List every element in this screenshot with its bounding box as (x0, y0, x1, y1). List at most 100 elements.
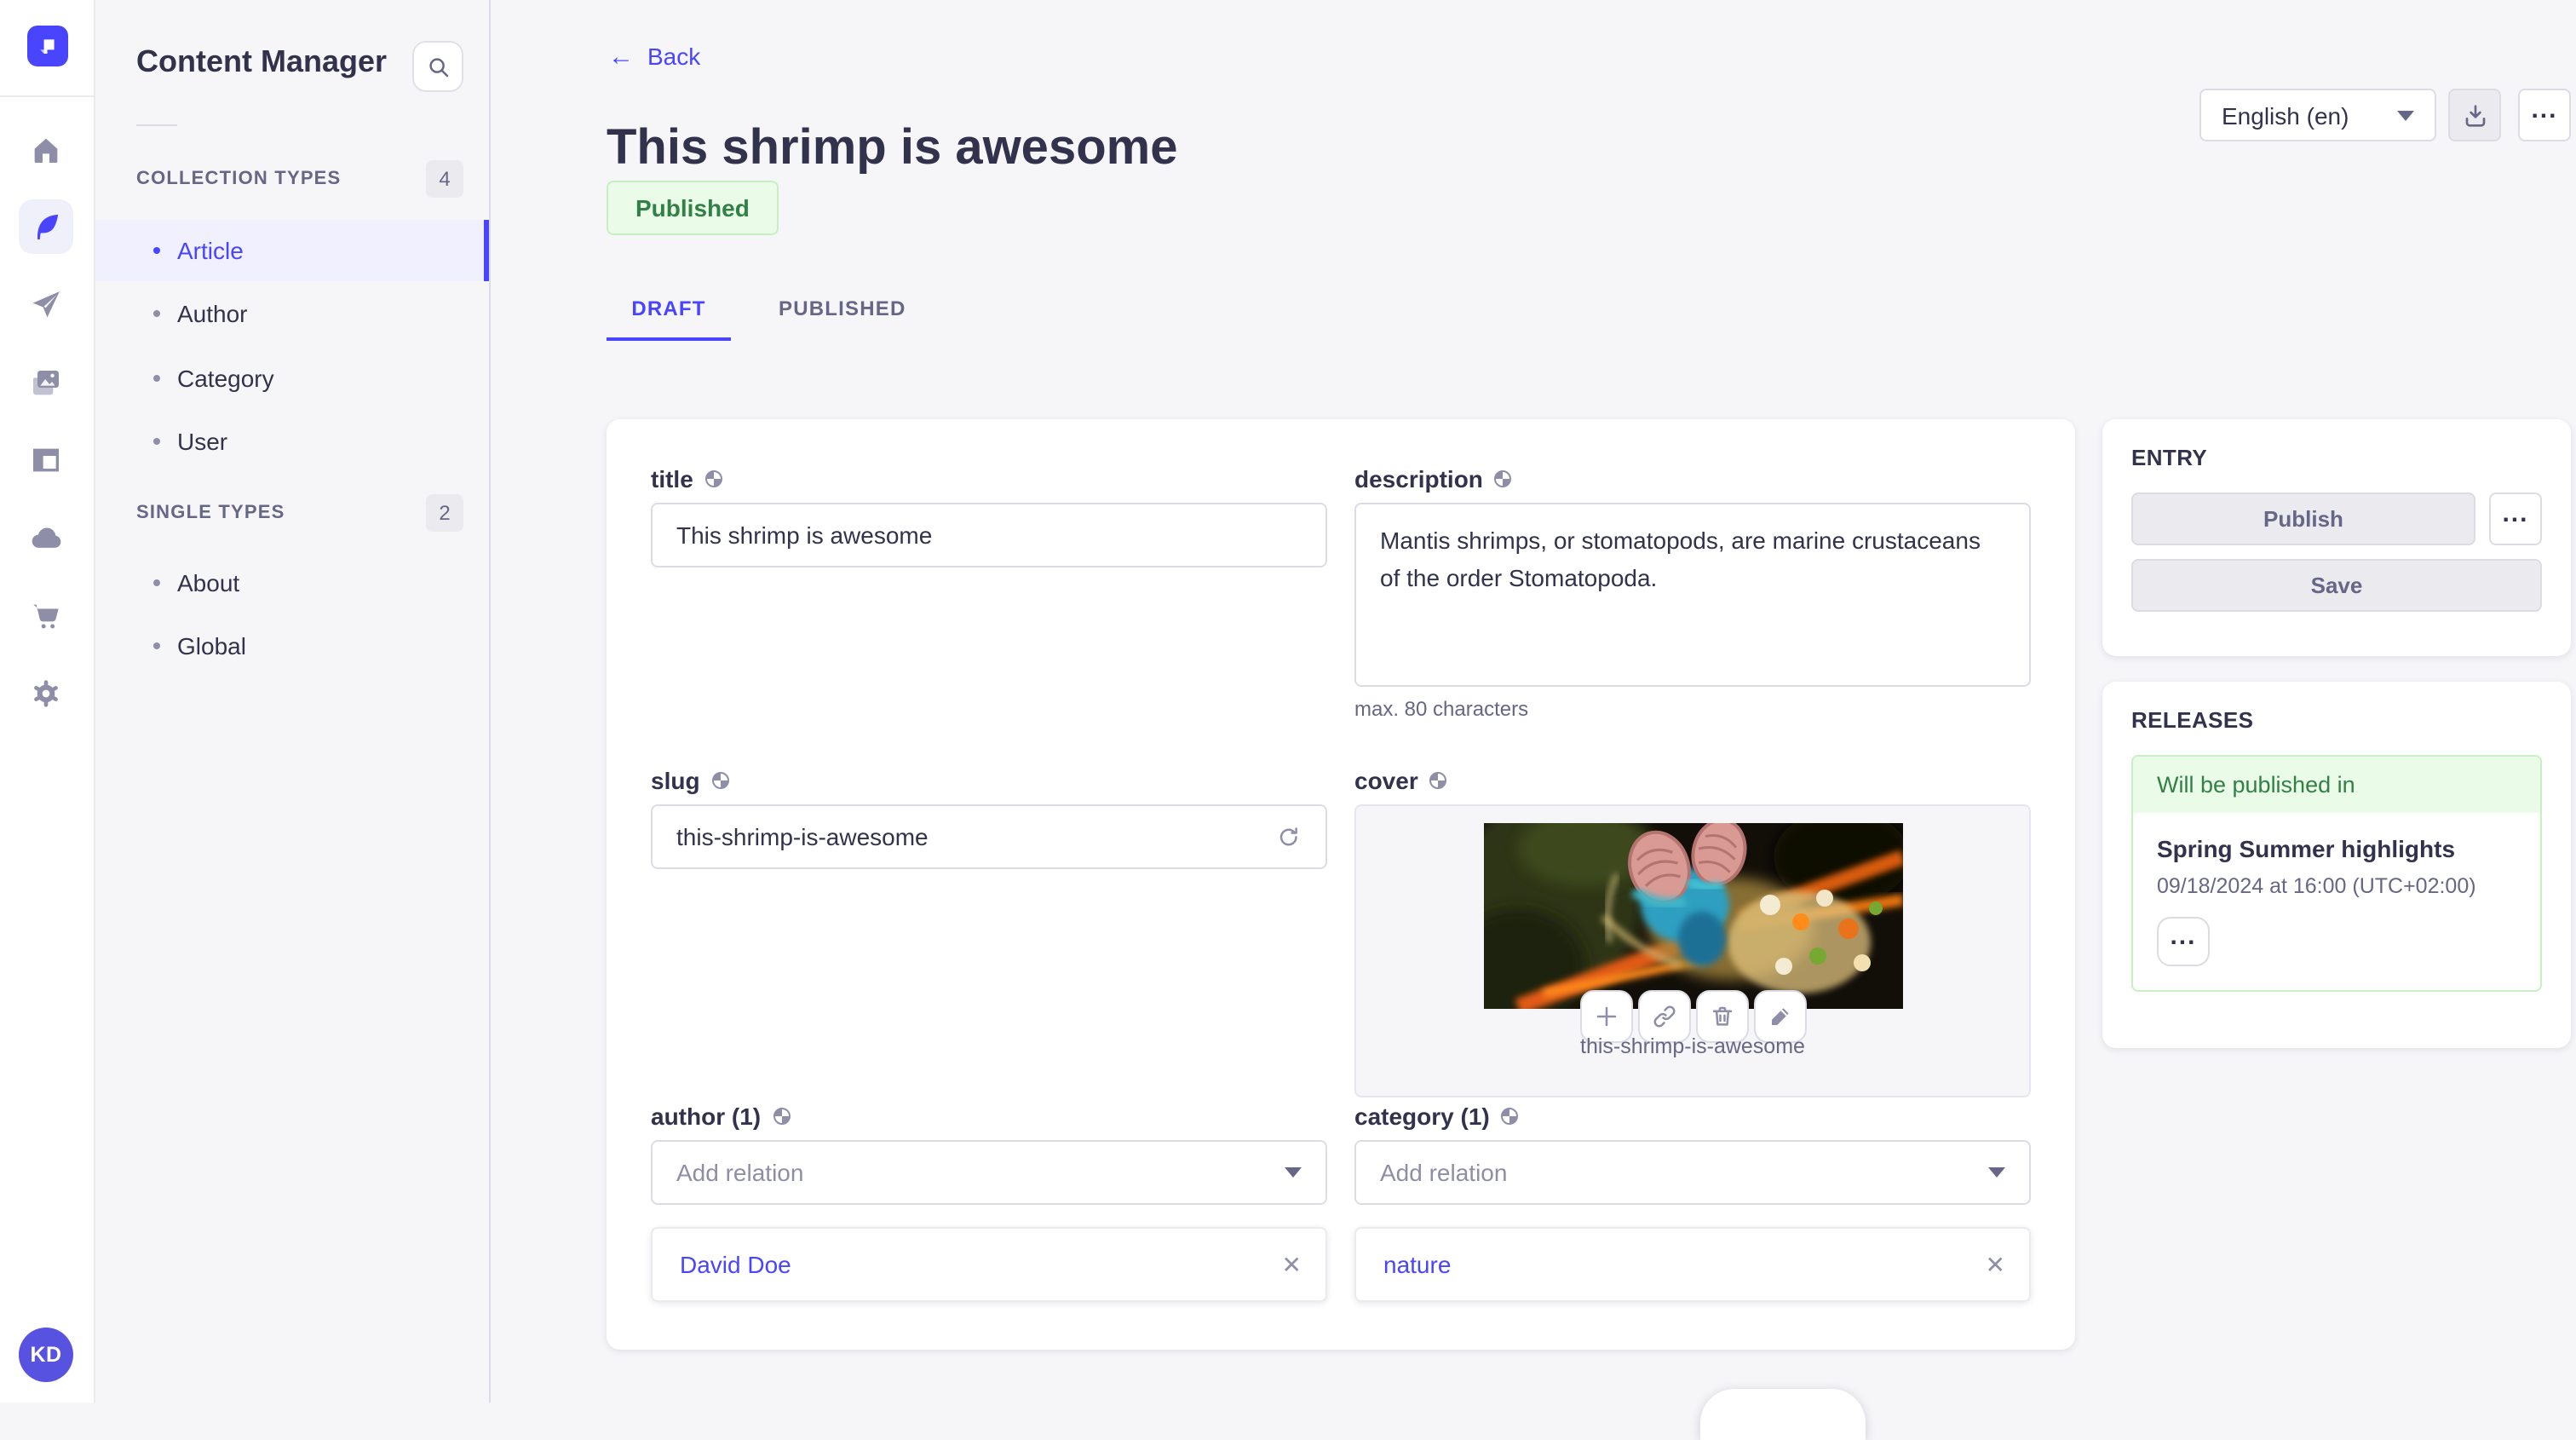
download-button[interactable] (2448, 89, 2501, 141)
slug-input[interactable]: this-shrimp-is-awesome (651, 804, 1327, 869)
sidebar-item-user[interactable]: User (95, 411, 489, 472)
author-field-label: author (1) (651, 1101, 1327, 1130)
draft-published-tabs: DRAFT PUBLISHED (607, 278, 927, 341)
sidebar-item-about[interactable]: About (95, 552, 489, 613)
more-dots-icon: ... (2502, 498, 2529, 527)
bullet-icon (153, 247, 160, 254)
nav-settings-button[interactable] (19, 666, 73, 721)
more-dots-icon: ... (2170, 921, 2197, 950)
cover-caption: this-shrimp-is-awesome (1580, 1034, 1805, 1058)
back-arrow-icon: ← (608, 42, 634, 71)
globe-locale-icon (773, 1107, 791, 1124)
strapi-logo-icon (40, 39, 55, 54)
remove-relation-button[interactable]: ✕ (1986, 1253, 2005, 1276)
sidebar-item-label: Author (177, 300, 248, 327)
field-label-text: slug (651, 766, 700, 793)
title-input-value: This shrimp is awesome (676, 521, 933, 549)
nav-home-button[interactable] (19, 123, 73, 177)
sidebar-item-label: Category (177, 365, 274, 392)
pencil-icon (1771, 1008, 1788, 1025)
sidebar-item-label: User (177, 428, 228, 455)
sidebar-item-global[interactable]: Global (95, 615, 489, 677)
description-textarea[interactable]: Mantis shrimps, or stomatopods, are mari… (1354, 503, 2031, 687)
more-dots-icon: ... (2531, 95, 2558, 124)
pictures-icon (33, 371, 59, 395)
back-link[interactable]: ← Back (608, 43, 700, 70)
description-field-label: description (1354, 464, 2031, 492)
nav-marketplace-button[interactable] (19, 588, 73, 642)
remove-relation-button[interactable]: ✕ (1282, 1253, 1302, 1276)
field-label-text: author (1) (651, 1102, 762, 1129)
category-relation-field: category (1) Add relation nature ✕ (1354, 1101, 2031, 1302)
sidebar-item-author[interactable]: Author (95, 283, 489, 344)
nav-content-manager-button[interactable] (19, 199, 73, 254)
strapi-logo[interactable] (27, 26, 68, 66)
title-input[interactable]: This shrimp is awesome (651, 503, 1327, 567)
search-button[interactable] (412, 41, 463, 92)
caret-down-icon (1988, 1167, 2005, 1178)
release-more-button[interactable]: ... (2157, 917, 2210, 966)
cover-image[interactable] (1484, 823, 1903, 1009)
tab-published[interactable]: PUBLISHED (758, 278, 927, 337)
slug-field-label: slug (651, 765, 1327, 794)
bullet-icon (153, 642, 160, 649)
section-label: COLLECTION TYPES (136, 169, 342, 189)
home-icon (34, 138, 58, 163)
save-button[interactable]: Save (2131, 559, 2542, 612)
bullet-icon (153, 579, 160, 586)
user-avatar[interactable]: KD (19, 1328, 73, 1382)
subnav-title: Content Manager (136, 44, 388, 78)
releases-panel-title: RELEASES (2131, 707, 2254, 733)
entry-more-button[interactable]: ... (2489, 492, 2542, 545)
sidebar-item-label: Article (177, 237, 244, 264)
search-icon (428, 57, 448, 77)
app-window: KD Content Manager COLLECTION TYPES 4 Ar… (0, 0, 2576, 1440)
publish-button[interactable]: Publish (2131, 492, 2475, 545)
entry-form-panel: title This shrimp is awesome description… (607, 419, 2075, 1350)
layout-icon (33, 448, 59, 472)
author-relation-item: David Doe ✕ (651, 1227, 1327, 1302)
sidebar-item-category[interactable]: Category (95, 348, 489, 409)
slug-field: slug this-shrimp-is-awesome (651, 765, 1327, 869)
content-manager-subnav: Content Manager COLLECTION TYPES 4 Artic… (95, 0, 491, 1403)
nav-media-library-button[interactable] (19, 356, 73, 411)
link-icon (1653, 1005, 1675, 1028)
category-add-relation-combobox[interactable]: Add relation (1354, 1140, 2031, 1205)
nav-content-type-builder-button[interactable] (19, 433, 73, 487)
release-status: Will be published in (2133, 757, 2540, 813)
slug-input-value: this-shrimp-is-awesome (676, 823, 929, 850)
locale-select-value: English (en) (2222, 101, 2349, 129)
category-field-label: category (1) (1354, 1101, 2031, 1130)
caret-down-icon (1285, 1167, 1302, 1178)
nav-deploy-cloud-button[interactable] (19, 511, 73, 566)
category-relation-item: nature ✕ (1354, 1227, 2031, 1302)
title-field-label: title (651, 464, 1327, 492)
status-badge: Published (607, 181, 779, 235)
relation-link-nature[interactable]: nature (1383, 1251, 1451, 1278)
nav-releases-button[interactable] (19, 278, 73, 332)
locale-select[interactable]: English (en) (2199, 89, 2436, 141)
bottom-floating-widget[interactable] (1700, 1389, 1866, 1440)
main-nav-rail: KD (0, 0, 95, 1403)
tab-draft[interactable]: DRAFT (607, 278, 731, 341)
field-label-text: title (651, 464, 693, 492)
combobox-placeholder: Add relation (676, 1159, 804, 1186)
author-add-relation-combobox[interactable]: Add relation (651, 1140, 1327, 1205)
globe-locale-icon (711, 771, 729, 788)
sidebar-item-label: About (177, 569, 240, 596)
sidebar-item-article[interactable]: Article (95, 220, 489, 281)
feather-icon (37, 214, 59, 239)
release-date: 09/18/2024 at 16:00 (UTC+02:00) (2157, 874, 2476, 898)
release-card: Will be published in Spring Summer highl… (2131, 755, 2542, 992)
release-name[interactable]: Spring Summer highlights (2157, 835, 2516, 862)
send-plane-icon (32, 291, 60, 318)
combobox-placeholder: Add relation (1380, 1159, 1508, 1186)
cover-field: cover this-shrimp-is-awesome (1354, 765, 2031, 1097)
header-more-button[interactable]: ... (2518, 89, 2571, 141)
mantis-shrimp-photo (1484, 823, 1903, 1009)
regenerate-icon[interactable] (1276, 824, 1302, 850)
caret-down-icon (2397, 110, 2414, 120)
subnav-divider (136, 124, 177, 126)
relation-link-david-doe[interactable]: David Doe (680, 1251, 791, 1278)
bullet-icon (153, 310, 160, 317)
